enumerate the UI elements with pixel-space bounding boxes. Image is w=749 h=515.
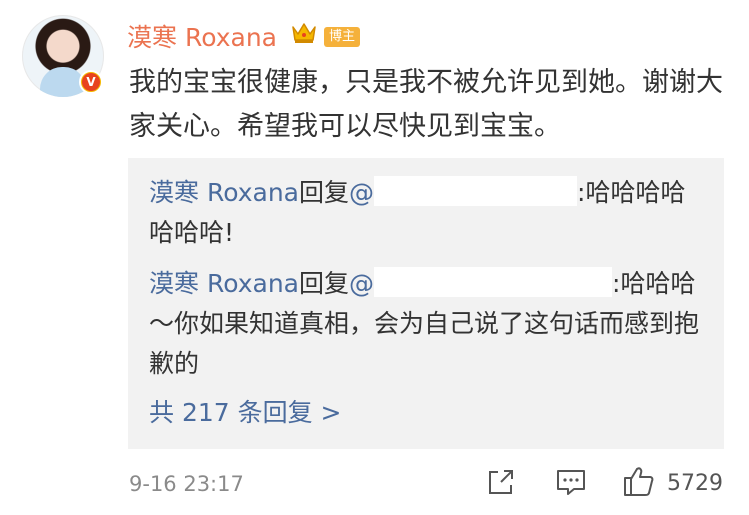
owner-badge: 博主	[324, 27, 360, 47]
reply-box: 漠寒 Roxana回复@:哈哈哈哈哈哈哈! 漠寒 Roxana回复@:哈哈哈～你…	[128, 158, 724, 449]
verified-v-icon: V	[79, 70, 103, 94]
redacted-username	[374, 176, 578, 206]
timestamp: 9-16 23:17	[129, 472, 244, 496]
reply-nick[interactable]: 漠寒 Roxana	[149, 269, 299, 298]
reply-verb: 回复	[299, 269, 350, 298]
view-all-replies-link[interactable]: 共 217 条回复 >	[149, 393, 342, 429]
reply-at[interactable]: @	[349, 269, 374, 298]
comment-icon[interactable]	[555, 466, 587, 498]
avatar[interactable]: V	[22, 15, 104, 97]
reply-at[interactable]: @	[349, 178, 374, 207]
reply-item[interactable]: 漠寒 Roxana回复@:哈哈哈～你如果知道真相，会为自己说了这句话而感到抱歉的	[149, 264, 704, 384]
crown-icon	[292, 23, 316, 43]
post-text: 我的宝宝很健康，只是我不被允许见到她。谢谢大家关心。希望我可以尽快见到宝宝。	[129, 67, 723, 142]
verified-mark: V	[82, 73, 100, 91]
thumbs-up-icon[interactable]	[622, 464, 656, 498]
username[interactable]: 漠寒 Roxana	[127, 18, 277, 54]
reply-verb: 回复	[299, 178, 350, 207]
redacted-username	[374, 267, 613, 297]
like-count: 5729	[667, 471, 723, 496]
share-icon[interactable]	[485, 466, 517, 498]
reply-item[interactable]: 漠寒 Roxana回复@:哈哈哈哈哈哈哈!	[149, 173, 704, 253]
reply-nick[interactable]: 漠寒 Roxana	[149, 178, 299, 207]
